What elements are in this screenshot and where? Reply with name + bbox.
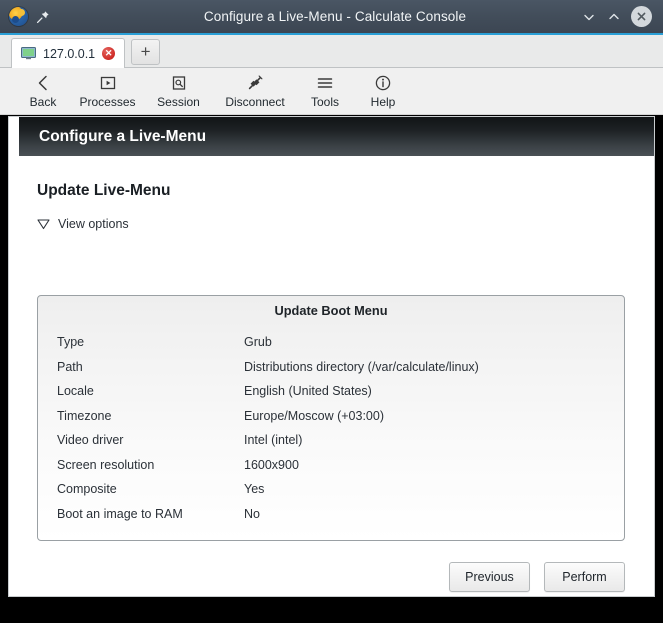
- content-frame: Configure a Live-Menu Update Live-Menu V…: [8, 116, 655, 597]
- tab-label: 127.0.0.1: [43, 46, 96, 61]
- chevron-left-icon: [35, 74, 52, 93]
- title-bar: Configure a Live-Menu - Calculate Consol…: [0, 0, 663, 33]
- processes-icon: [99, 74, 117, 93]
- toolbar-session-label: Session: [157, 94, 200, 109]
- toolbar: Back Processes Session Disconnect Tools …: [0, 68, 663, 115]
- window-controls: [581, 6, 663, 27]
- toolbar-processes-button[interactable]: Processes: [72, 69, 143, 113]
- row-label: Screen resolution: [57, 457, 155, 472]
- toolbar-back-button[interactable]: Back: [14, 69, 72, 113]
- calculate-logo-icon: [9, 7, 28, 26]
- info-circle-icon: [374, 74, 392, 93]
- hamburger-menu-icon: [316, 74, 334, 93]
- toolbar-tools-button[interactable]: Tools: [296, 69, 354, 113]
- toolbar-disconnect-label: Disconnect: [225, 94, 285, 109]
- toolbar-help-label: Help: [370, 94, 396, 109]
- disconnect-plug-icon: [246, 74, 264, 93]
- maximize-button[interactable]: [606, 9, 622, 25]
- toolbar-tools-label: Tools: [310, 94, 339, 109]
- row-label: Locale: [57, 384, 94, 399]
- view-options-label: View options: [58, 217, 129, 231]
- table-row: Boot an image to RAM No: [38, 502, 624, 527]
- table-row: Path Distributions directory (/var/calcu…: [38, 355, 624, 380]
- row-value: 1600x900: [244, 457, 299, 472]
- row-label: Video driver: [57, 433, 124, 448]
- update-boot-menu-card: Update Boot Menu Type Grub Path Distribu…: [37, 295, 625, 541]
- row-label: Type: [57, 335, 85, 350]
- view-options-toggle[interactable]: View options: [37, 217, 129, 231]
- window-title: Configure a Live-Menu - Calculate Consol…: [203, 9, 467, 24]
- row-value: No: [244, 506, 260, 521]
- row-value: Grub: [244, 335, 272, 350]
- pin-icon[interactable]: [36, 10, 50, 24]
- toolbar-back-label: Back: [29, 94, 57, 109]
- perform-button[interactable]: Perform: [544, 562, 625, 592]
- table-row: Screen resolution 1600x900: [38, 453, 624, 478]
- row-value: Yes: [244, 482, 265, 497]
- row-value: English (United States): [244, 384, 372, 399]
- page-title: Configure a Live-Menu: [39, 127, 207, 145]
- tab-bar: 127.0.0.1 ✕ +: [0, 35, 663, 68]
- toolbar-processes-label: Processes: [79, 94, 136, 109]
- action-buttons: Previous Perform: [9, 562, 654, 592]
- new-tab-button[interactable]: +: [131, 39, 161, 65]
- row-label: Boot an image to RAM: [57, 506, 183, 521]
- card-rows: Type Grub Path Distributions directory (…: [38, 325, 624, 526]
- table-row: Locale English (United States): [38, 379, 624, 404]
- toolbar-session-button[interactable]: Session: [143, 69, 214, 113]
- row-label: Composite: [57, 482, 117, 497]
- page-body: Update Live-Menu View options Update Boo…: [9, 156, 654, 596]
- table-row: Video driver Intel (intel): [38, 428, 624, 453]
- triangle-down-icon: [37, 219, 50, 230]
- row-label: Timezone: [57, 408, 112, 423]
- session-search-icon: [170, 74, 188, 93]
- card-title: Update Boot Menu: [274, 303, 388, 318]
- title-bar-left-icons: [0, 7, 89, 26]
- table-row: Timezone Europe/Moscow (+03:00): [38, 404, 624, 429]
- row-value: Europe/Moscow (+03:00): [244, 408, 385, 423]
- table-row: Type Grub: [38, 330, 624, 355]
- toolbar-help-button[interactable]: Help: [354, 69, 412, 113]
- row-value: Distributions directory (/var/calculate/…: [244, 359, 479, 374]
- minimize-button[interactable]: [581, 9, 597, 25]
- page-header-bar: Configure a Live-Menu: [19, 117, 654, 156]
- row-label: Path: [57, 359, 83, 374]
- close-button[interactable]: [631, 6, 652, 27]
- application-window: Configure a Live-Menu - Calculate Consol…: [0, 0, 663, 623]
- tab-close-icon[interactable]: ✕: [102, 47, 116, 60]
- row-value: Intel (intel): [244, 433, 303, 448]
- toolbar-disconnect-button[interactable]: Disconnect: [214, 69, 296, 113]
- tab-127-0-0-1[interactable]: 127.0.0.1 ✕: [11, 38, 126, 68]
- monitor-icon: [21, 47, 36, 60]
- previous-button[interactable]: Previous: [449, 562, 530, 592]
- section-title: Update Live-Menu: [37, 182, 171, 199]
- table-row: Composite Yes: [38, 477, 624, 502]
